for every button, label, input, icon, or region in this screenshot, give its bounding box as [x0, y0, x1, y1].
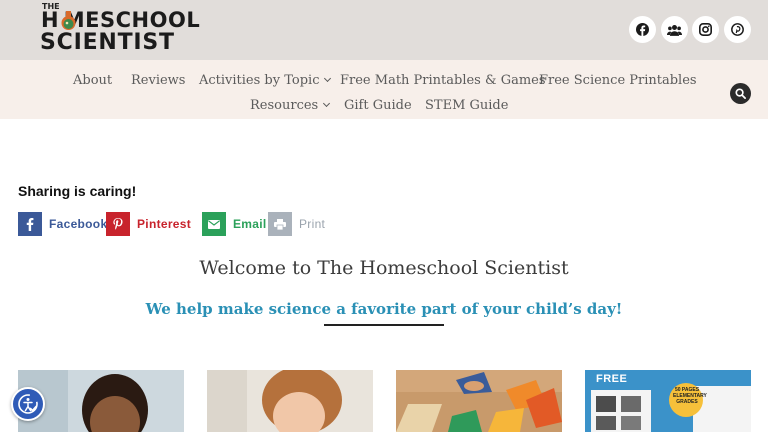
pinterest-icon: [106, 212, 130, 236]
pinterest-social-button[interactable]: [724, 16, 751, 43]
share-pinterest-button[interactable]: Pinterest: [106, 212, 191, 236]
share-email-label: Email: [233, 217, 267, 231]
flask-icon: [61, 11, 76, 30]
pages-sticker: 50 PAGES ELEMENTARY GRADES: [673, 387, 707, 405]
nav-activities-by-topic[interactable]: Activities by Topic: [199, 73, 332, 88]
pinterest-icon: [731, 23, 744, 36]
share-print-label: Print: [299, 217, 326, 231]
search-button[interactable]: [730, 83, 751, 104]
welcome-heading: Welcome to The Homeschool Scientist: [199, 257, 569, 279]
nav-reviews[interactable]: Reviews: [131, 73, 185, 88]
instagram-icon: [699, 23, 712, 36]
sharing-title: Sharing is caring!: [18, 183, 137, 199]
facebook-icon: [18, 212, 42, 236]
nav-resources[interactable]: Resources: [250, 98, 331, 113]
top-header: THE H MESCHOOL SCIENTIST: [0, 0, 768, 60]
tagline-underline: [324, 324, 444, 326]
email-icon: [202, 212, 226, 236]
nav-about[interactable]: About: [73, 73, 112, 88]
share-facebook-button[interactable]: Facebook: [18, 212, 107, 236]
nav-gift-guide[interactable]: Gift Guide: [344, 98, 412, 113]
nav-stem-guide[interactable]: STEM Guide: [425, 98, 508, 113]
nav-free-math-printables[interactable]: Free Math Printables & Games: [340, 73, 546, 88]
group-social-button[interactable]: [661, 16, 688, 43]
tangram-image: [396, 370, 562, 432]
share-email-button[interactable]: Email: [202, 212, 267, 236]
logo-line2: SCIENTIST: [40, 30, 175, 55]
facebook-social-button[interactable]: [629, 16, 656, 43]
card-free-printable[interactable]: FREE 50 PAGES ELEMENTARY GRADES: [585, 370, 751, 432]
card-girl-writing[interactable]: [207, 370, 373, 432]
accessibility-icon: [18, 394, 38, 414]
facebook-icon: [636, 23, 649, 36]
main-navigation: About Reviews Activities by Topic Free M…: [0, 60, 768, 119]
share-pinterest-label: Pinterest: [137, 217, 192, 231]
group-icon: [667, 24, 682, 36]
share-facebook-label: Facebook: [49, 217, 108, 231]
tagline: We help make science a favorite part of …: [145, 300, 623, 318]
chevron-down-icon: [324, 74, 332, 83]
card-tangram[interactable]: [396, 370, 562, 432]
search-icon: [735, 88, 746, 99]
girl-writing-image: [207, 370, 373, 432]
nav-resources-label: Resources: [250, 98, 319, 113]
site-logo[interactable]: THE H MESCHOOL SCIENTIST: [40, 2, 200, 56]
nav-activities-label: Activities by Topic: [199, 73, 320, 88]
print-icon: [268, 212, 292, 236]
share-print-button[interactable]: Print: [268, 212, 325, 236]
free-badge: FREE: [596, 373, 628, 385]
chevron-down-icon: [323, 99, 331, 108]
accessibility-button[interactable]: [11, 387, 45, 421]
instagram-social-button[interactable]: [692, 16, 719, 43]
nav-free-science-printables[interactable]: Free Science Printables: [539, 73, 697, 88]
